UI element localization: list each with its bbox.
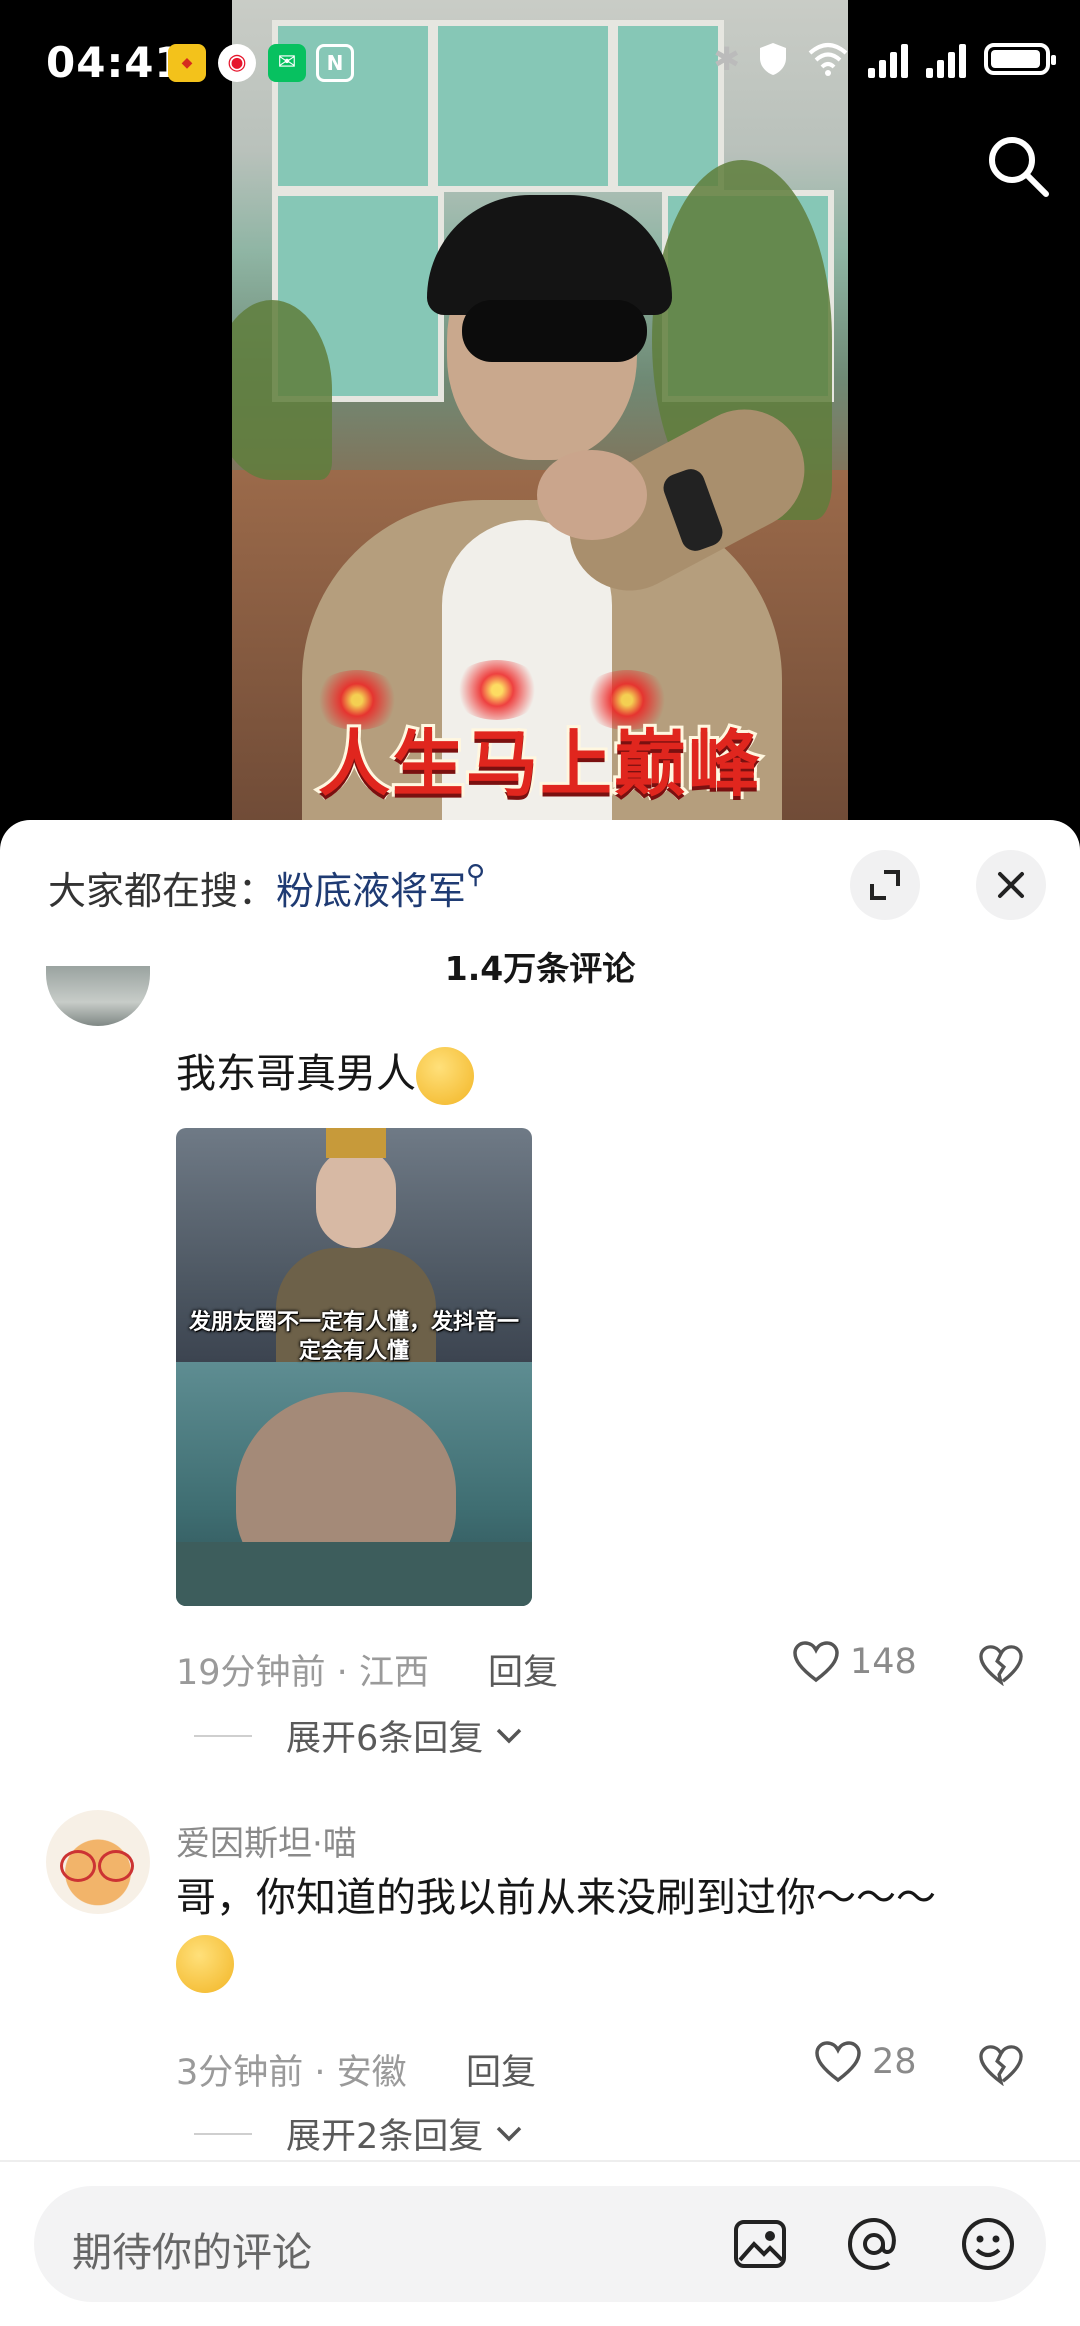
comment-body: 我东哥真男人 bbox=[176, 1051, 416, 1097]
heart-icon bbox=[793, 1641, 839, 1683]
comment-image[interactable]: 发朋友圈不一定有人懂，发抖音一定会有人懂 bbox=[176, 1128, 532, 1606]
expand-replies-button[interactable]: 展开6条回复 bbox=[194, 1710, 523, 1761]
comment-body: 哥，你知道的我以前从来没刷到过你～～～ bbox=[176, 1875, 936, 1921]
video-caption: 人生马上巅峰 bbox=[315, 718, 763, 809]
thinking-emoji-icon bbox=[416, 1047, 474, 1105]
heart-icon bbox=[815, 2041, 861, 2083]
comment-count: 1.4万条评论 bbox=[444, 949, 636, 988]
emoji-picker-icon[interactable] bbox=[958, 2214, 1018, 2274]
person-pointing-hand bbox=[537, 450, 647, 540]
comment-text: 我东哥真男人 bbox=[176, 1042, 474, 1106]
nfc-icon: N bbox=[316, 44, 354, 82]
expand-replies-label: 展开2条回复 bbox=[286, 2117, 484, 2157]
status-bar: 04:41 ◆ ◉ ✉ N ✱ bbox=[0, 0, 1080, 130]
search-icon[interactable] bbox=[984, 132, 1052, 200]
bluetooth-icon: ✱ bbox=[713, 40, 740, 78]
weibo-icon: ◉ bbox=[218, 44, 256, 82]
comment-text: 哥，你知道的我以前从来没刷到过你～～～ bbox=[176, 1866, 1016, 1994]
hot-search-prefix: 大家都在搜： bbox=[48, 869, 277, 913]
close-button[interactable] bbox=[976, 850, 1046, 920]
meme-caption: 发朋友圈不一定有人懂，发抖音一定会有人懂 bbox=[188, 1310, 519, 1364]
comment-username[interactable]: 爱因斯坦·喵 bbox=[176, 1816, 357, 1865]
comment-time: 19分钟前 bbox=[176, 1653, 326, 1693]
divider-line bbox=[194, 2132, 252, 2135]
expand-replies-button[interactable]: 展开2条回复 bbox=[194, 2108, 523, 2159]
comment-location: 安徽 bbox=[336, 2053, 407, 2093]
wechat-icon: ✉ bbox=[268, 44, 306, 82]
image-upload-icon[interactable] bbox=[730, 2214, 790, 2274]
small-search-icon: ⚲ bbox=[466, 860, 486, 890]
comment-meta: 3分钟前 · 安徽 bbox=[176, 2053, 407, 2093]
glasses-icon bbox=[60, 1850, 96, 1882]
vpn-shield-icon bbox=[760, 43, 786, 75]
comment-input-placeholder: 期待你的评论 bbox=[72, 2230, 312, 2276]
dislike-broken-heart-icon[interactable] bbox=[978, 2044, 1024, 2086]
avatar[interactable] bbox=[46, 1810, 150, 1914]
comment-sheet: 大家都在搜：粉底液将军⚲ 1.4万条评论 我东哥真男人 发朋友圈不一定有人懂，发… bbox=[0, 820, 1080, 2324]
hot-search-bar[interactable]: 大家都在搜：粉底液将军⚲ bbox=[48, 860, 485, 915]
divider-line bbox=[194, 1734, 252, 1737]
reply-button[interactable]: 回复 bbox=[488, 1644, 558, 1695]
avatar[interactable] bbox=[46, 966, 150, 1026]
like-button[interactable]: 148 bbox=[792, 1640, 917, 1684]
wifi-icon bbox=[808, 43, 848, 76]
like-count: 28 bbox=[872, 2042, 917, 2082]
comment-location: 江西 bbox=[358, 1653, 429, 1693]
person-sunglasses bbox=[462, 300, 647, 362]
like-count: 148 bbox=[850, 1642, 917, 1682]
expand-fullscreen-button[interactable] bbox=[850, 850, 920, 920]
laughing-crying-emoji-icon bbox=[176, 1935, 234, 1993]
chevron-down-icon bbox=[497, 1728, 522, 1743]
comment-meta: 19分钟前 · 江西 bbox=[176, 1653, 429, 1693]
mention-at-icon[interactable] bbox=[844, 2214, 904, 2274]
meme-armor bbox=[176, 1542, 532, 1606]
comment-input-bar: 期待你的评论 bbox=[0, 2160, 1080, 2326]
meme-face bbox=[316, 1148, 396, 1248]
meme-bottom-panel bbox=[176, 1362, 532, 1606]
chevron-down-icon bbox=[497, 2126, 522, 2141]
meme-crown bbox=[326, 1128, 386, 1158]
close-icon bbox=[998, 872, 1024, 898]
battery-icon bbox=[984, 43, 1056, 75]
like-button[interactable]: 28 bbox=[814, 2040, 917, 2084]
glasses-icon bbox=[98, 1850, 134, 1882]
comment-input[interactable]: 期待你的评论 bbox=[34, 2186, 1046, 2302]
expand-icon bbox=[870, 870, 900, 900]
hot-search-keyword[interactable]: 粉底液将军 bbox=[276, 869, 466, 913]
comment-time: 3分钟前 bbox=[176, 2053, 304, 2093]
reply-button[interactable]: 回复 bbox=[466, 2044, 536, 2095]
status-time: 04:41 bbox=[46, 38, 185, 87]
expand-replies-label: 展开6条回复 bbox=[286, 1719, 484, 1759]
game-app-icon: ◆ bbox=[168, 44, 206, 82]
signal-icon bbox=[926, 40, 966, 78]
person-cap bbox=[427, 195, 672, 315]
signal-icon bbox=[868, 40, 908, 78]
dislike-broken-heart-icon[interactable] bbox=[978, 1644, 1024, 1686]
